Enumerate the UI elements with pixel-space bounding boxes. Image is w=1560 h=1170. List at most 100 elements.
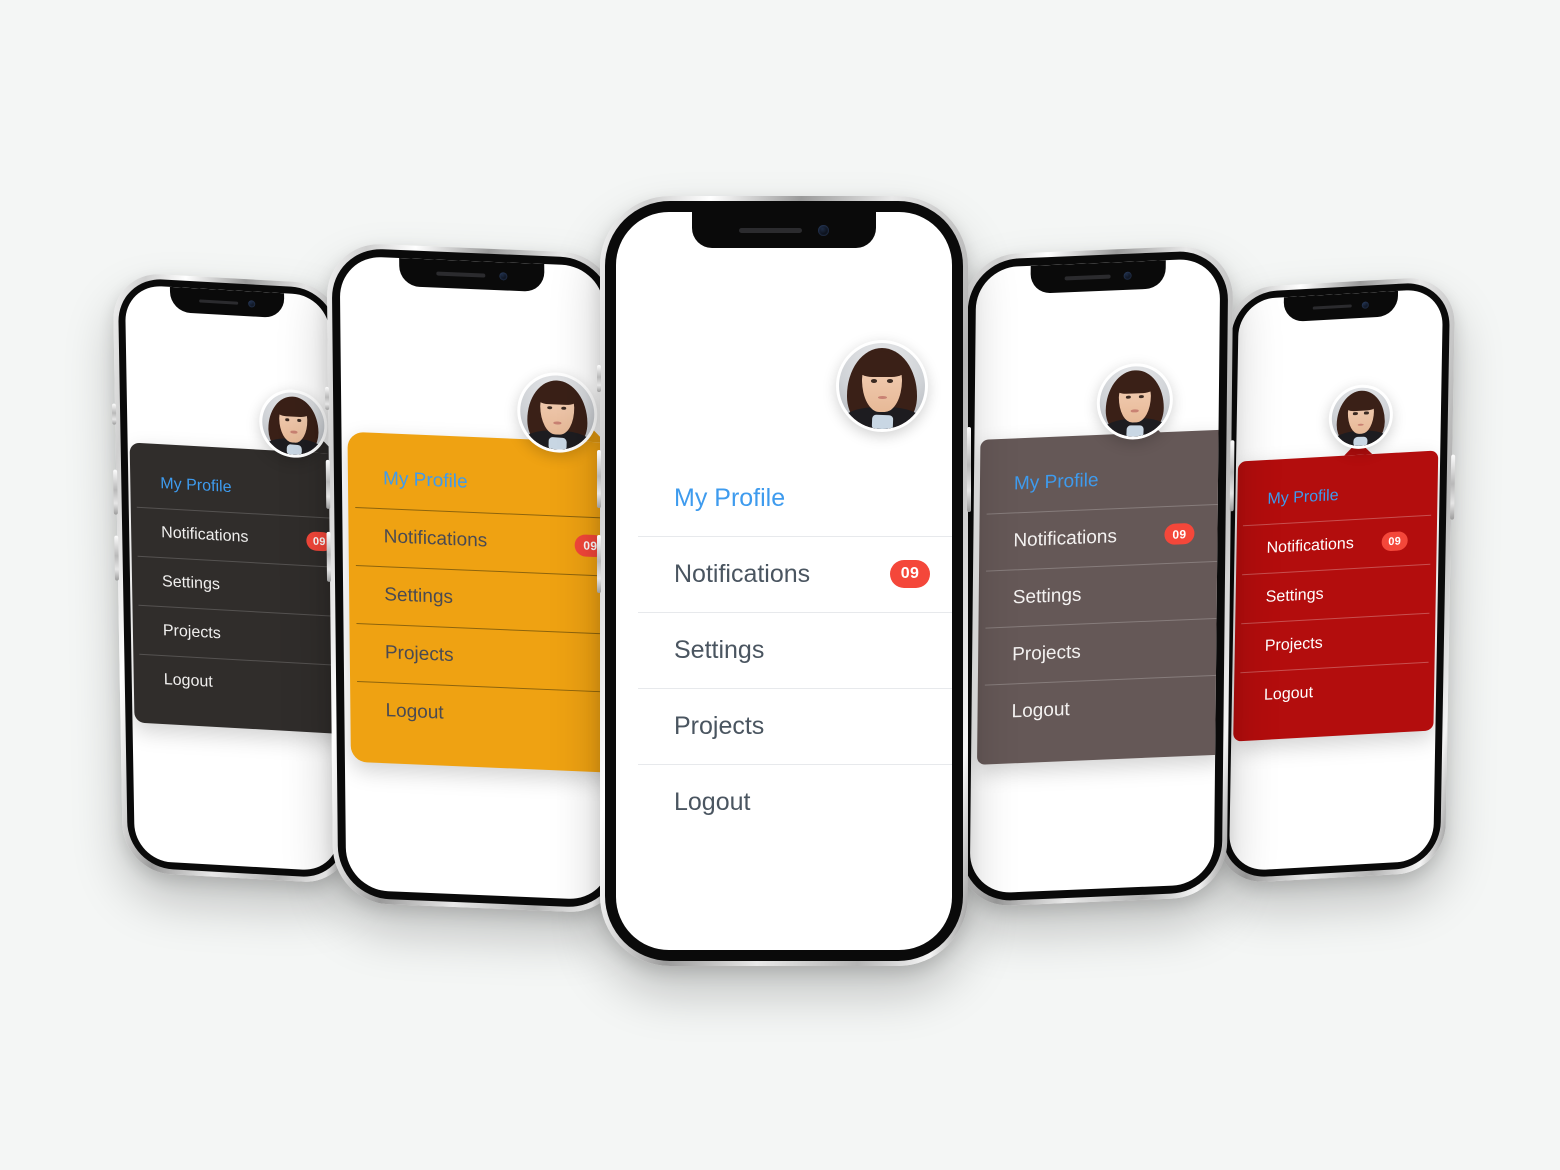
phone-taupe: My Profile Notifications 09 Settings Project… (956, 244, 1235, 908)
volume-button[interactable] (597, 450, 601, 508)
menu-item-label: Settings (161, 572, 221, 593)
phone-screen: My Profile Notifications 09 Settings Project… (616, 212, 952, 950)
notification-badge: 09 (890, 560, 930, 588)
phone-red: My Profile Notifications 09 Settings Project… (1216, 275, 1456, 885)
phone-screen: My Profile Notifications 09 Settings Project… (339, 255, 611, 901)
menu-divider (638, 536, 952, 537)
power-button[interactable] (1229, 439, 1235, 512)
menu-item-projects[interactable]: Projects (985, 617, 1220, 685)
menu-card: My Profile Notifications 09 Settings Project… (129, 442, 340, 736)
menu-item-label: Logout (674, 787, 751, 816)
earpiece-speaker-icon (1065, 274, 1112, 281)
volume-button[interactable] (113, 469, 118, 515)
menu-item-label: Notifications (1266, 534, 1354, 557)
dropdown-menu: My Profile Notifications 09 Settings Project… (628, 418, 952, 870)
avatar[interactable] (258, 387, 328, 460)
menu-divider (638, 688, 952, 689)
phone-notch (399, 258, 545, 293)
menu-item-notifications[interactable]: Notifications 09 (986, 503, 1221, 571)
phone-screen: My Profile Notifications 09 Settings Project… (969, 257, 1221, 895)
menu-item-label: My Profile (382, 468, 468, 493)
phone-bezel: My Profile Notifications 09 Settings Project… (117, 276, 347, 880)
menu-item-label: My Profile (160, 474, 232, 496)
menu-item-label: Settings (384, 584, 454, 609)
phone-screen: My Profile Notifications 09 Settings Project… (124, 284, 340, 872)
avatar-face (1331, 386, 1391, 448)
power-button[interactable] (967, 427, 971, 512)
volume-button[interactable] (114, 535, 120, 581)
dropdown-menu: My Profile Notifications 09 Settings Project… (129, 438, 340, 736)
dropdown-menu: My Profile Notifications 09 Settings Project… (977, 416, 1221, 765)
volume-button[interactable] (324, 386, 330, 411)
menu-item-logout[interactable]: Logout (638, 764, 952, 840)
avatar-face (519, 374, 595, 452)
menu-item-logout[interactable]: Logout (1240, 661, 1429, 722)
phone-charcoal: My Profile Notifications 09 Settings Project… (111, 271, 352, 885)
front-camera-icon (248, 300, 256, 308)
menu-item-label: Settings (674, 635, 765, 664)
phone-bezel: My Profile Notifications 09 Settings Project… (605, 201, 963, 961)
phone-notch (1283, 290, 1399, 323)
earpiece-speaker-icon (199, 299, 239, 305)
menu-item-my-profile[interactable]: My Profile (638, 460, 952, 536)
phone-screen: My Profile Notifications 09 Settings Project… (1228, 288, 1444, 872)
avatar[interactable] (1328, 383, 1394, 451)
menu-item-label: Notifications (1013, 525, 1118, 551)
phone-notch (169, 286, 285, 319)
volume-button[interactable] (597, 365, 601, 393)
avatar[interactable] (516, 370, 598, 455)
menu-item-settings[interactable]: Settings (638, 612, 952, 688)
avatar[interactable] (1096, 361, 1174, 442)
menu-item-label: Logout (1011, 698, 1070, 722)
notification-badge: 09 (1381, 531, 1408, 552)
earpiece-speaker-icon (436, 271, 486, 278)
menu-item-label: Projects (674, 711, 765, 740)
phone-orange: My Profile Notifications 09 Settings Project… (324, 241, 624, 915)
mockup-stage: My Profile Notifications 09 Settings Project… (0, 0, 1560, 1170)
phone-white: My Profile Notifications 09 Settings Project… (597, 196, 971, 966)
menu-item-logout[interactable]: Logout (984, 674, 1219, 742)
menu-item-label: Projects (384, 642, 454, 667)
phone-notch (692, 212, 876, 248)
front-camera-icon (818, 224, 830, 236)
notification-badge: 09 (1164, 522, 1195, 546)
dropdown-menu: My Profile Notifications 09 Settings Project… (347, 425, 611, 774)
avatar-face (261, 390, 325, 457)
earpiece-speaker-icon (1312, 304, 1352, 310)
power-button[interactable] (1450, 454, 1456, 521)
menu-item-my-profile[interactable]: My Profile (987, 447, 1221, 514)
menu-item-label: Notifications (383, 526, 488, 552)
menu-card: My Profile Notifications 09 Settings Project… (1233, 450, 1439, 742)
menu-item-logout[interactable]: Logout (139, 653, 340, 715)
volume-button[interactable] (325, 459, 331, 510)
volume-button[interactable] (597, 534, 601, 593)
menu-divider (638, 612, 952, 613)
avatar-face (839, 343, 925, 429)
menu-item-label: Settings (1012, 584, 1082, 608)
menu-item-label: Logout (1263, 683, 1314, 704)
menu-item-projects[interactable]: Projects (638, 688, 952, 764)
avatar[interactable] (836, 340, 928, 432)
earpiece-speaker-icon (738, 227, 802, 233)
menu-item-label: My Profile (674, 483, 786, 512)
menu-item-logout[interactable]: Logout (357, 681, 611, 751)
menu-item-label: Projects (1012, 641, 1081, 665)
front-camera-icon (1361, 301, 1369, 309)
menu-item-label: Logout (385, 700, 444, 724)
menu-item-label: Logout (163, 670, 213, 691)
menu-divider (638, 764, 952, 765)
menu-item-notifications[interactable]: Notifications 09 (638, 536, 952, 612)
menu-item-label: Notifications (161, 523, 249, 546)
phone-bezel: My Profile Notifications 09 Settings Project… (1221, 280, 1451, 880)
menu-item-label: Settings (1265, 585, 1324, 606)
volume-button[interactable] (111, 403, 117, 425)
phone-bezel: My Profile Notifications 09 Settings Project… (961, 249, 1229, 903)
menu-item-label: Projects (162, 621, 221, 642)
volume-button[interactable] (326, 532, 332, 582)
menu-item-label: Notifications (674, 559, 811, 588)
menu-card: My Profile Notifications 09 Settings Project… (347, 431, 611, 774)
phone-bezel: My Profile Notifications 09 Settings Project… (331, 247, 619, 909)
menu-card: My Profile Notifications 09 Settings Project… (628, 438, 952, 870)
front-camera-icon (498, 272, 507, 281)
menu-item-settings[interactable]: Settings (985, 560, 1221, 628)
